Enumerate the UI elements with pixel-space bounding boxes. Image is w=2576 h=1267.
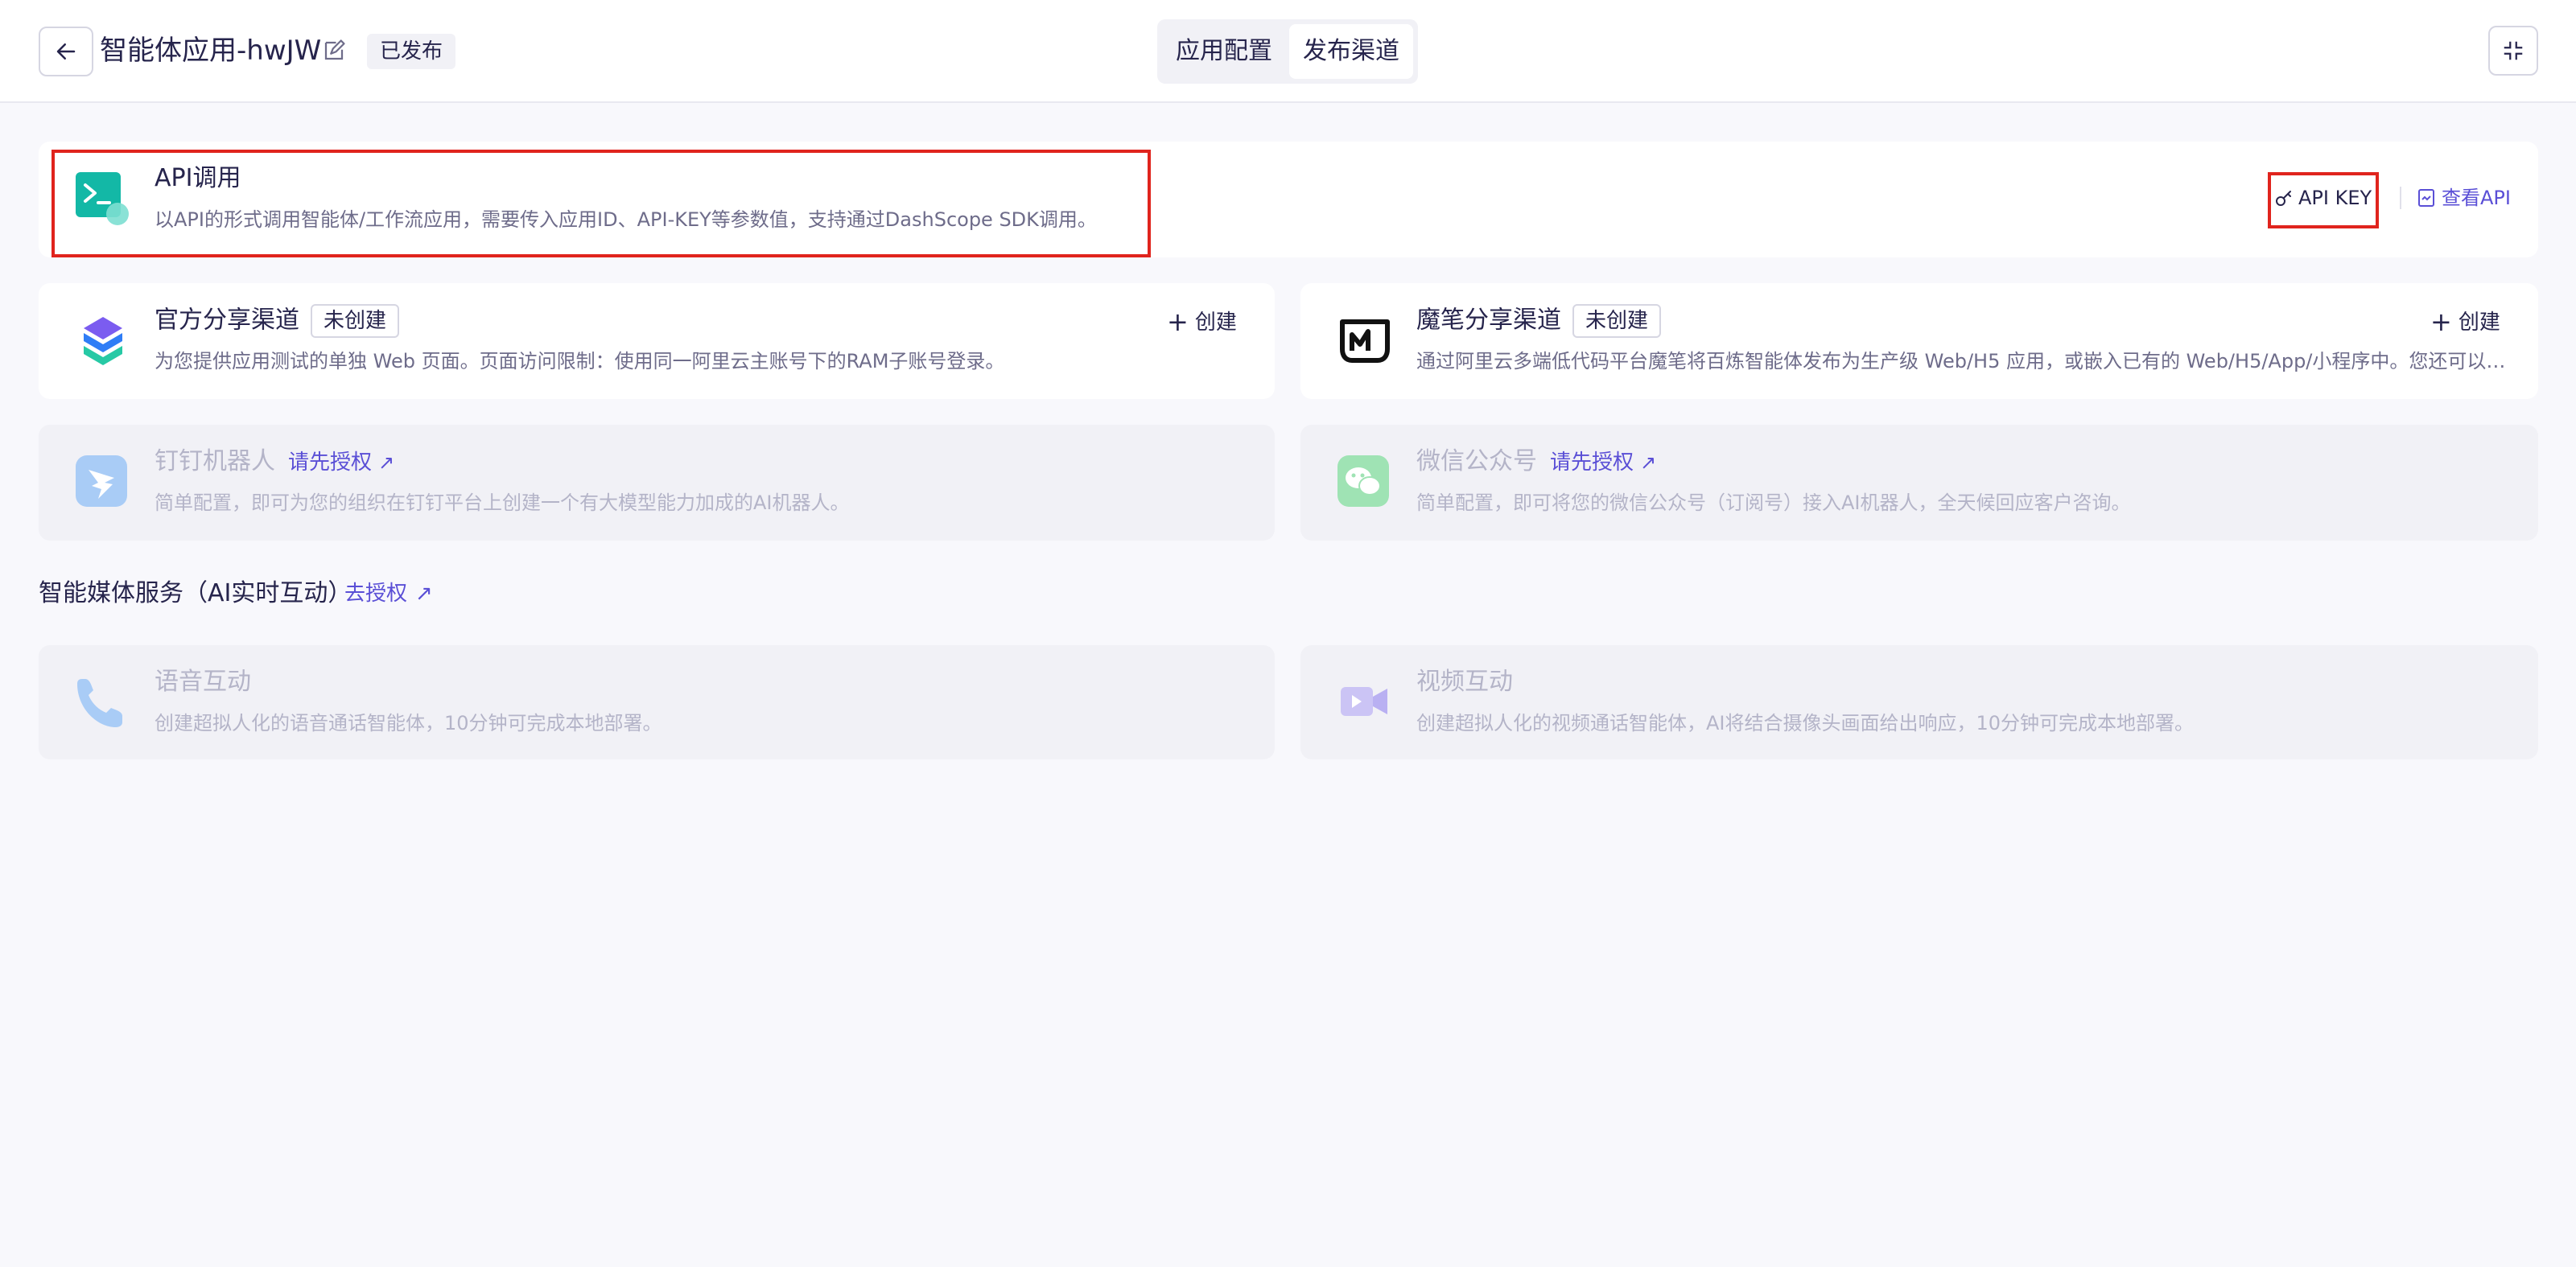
view-api-label: 查看API [2442, 187, 2511, 209]
video-title: 视频互动 [1416, 668, 1513, 696]
official-share-card: 官方分享渠道 未创建 + 创建 为您提供应用测试的单独 Web 页面。页面访问限制：… [39, 283, 1275, 399]
collapse-button[interactable] [2488, 26, 2538, 76]
media-section-title: 智能媒体服务（AI实时互动） [39, 579, 352, 607]
dingtalk-description: 简单配置，即可为您的组织在钉钉平台上创建一个有大模型能力加成的AI机器人。 [155, 492, 850, 514]
api-key-button[interactable]: API KEY [2274, 183, 2372, 212]
arrow-left-icon [56, 43, 76, 60]
create-label: 创建 [1194, 311, 1237, 335]
plus-icon: + [2430, 306, 2452, 337]
key-icon [2276, 191, 2291, 206]
video-description: 创建超拟人化的视频通话智能体，AI将结合摄像头画面给出响应，10分钟可完成本地部… [1416, 712, 2195, 734]
wechat-description: 简单配置，即可将您的微信公众号（订阅号）接入AI机器人，全天候回应客户咨询。 [1416, 492, 2131, 514]
voice-description: 创建超拟人化的语音通话智能体，10分钟可完成本地部署。 [155, 712, 662, 734]
view-segmented-control: 应用配置 发布渠道 [1157, 19, 1418, 84]
mobi-share-create-button[interactable]: + 创建 [2430, 307, 2500, 337]
top-header: 智能体应用-hwJW 已发布 应用配置 发布渠道 [0, 0, 2576, 103]
media-auth-link[interactable]: 去授权 ↗ [344, 579, 433, 608]
dingtalk-title: 钉钉机器人 [155, 447, 275, 475]
external-link-icon: ↗ [415, 582, 433, 606]
wechat-title: 微信公众号 [1416, 447, 1537, 475]
terminal-icon [76, 172, 129, 225]
official-share-title: 官方分享渠道 [155, 306, 299, 335]
external-link-icon: ↗ [1640, 450, 1657, 474]
dingtalk-auth-link[interactable]: 请先授权 ↗ [288, 446, 394, 479]
publish-status-badge: 已发布 [367, 34, 456, 69]
api-call-title: API调用 [155, 164, 241, 192]
official-share-description: 为您提供应用测试的单独 Web 页面。页面访问限制：使用同一阿里云主账号下的RA… [155, 350, 1005, 372]
tab-app-config[interactable]: 应用配置 [1162, 24, 1286, 79]
voice-title: 语音互动 [155, 668, 251, 696]
collapse-icon [2504, 41, 2523, 60]
divider [2400, 187, 2401, 209]
video-camera-icon [1341, 687, 1387, 716]
wechat-icon [1337, 455, 1389, 507]
auth-link-label: 去授权 [344, 582, 408, 606]
official-share-icon [84, 317, 122, 365]
mobi-share-status: 未创建 [1572, 304, 1662, 338]
api-key-label: API KEY [2298, 187, 2372, 209]
video-interaction-card: 视频互动 创建超拟人化的视频通话智能体，AI将结合摄像头画面给出响应，10分钟可… [1300, 645, 2538, 759]
tab-publish-channels[interactable]: 发布渠道 [1289, 24, 1413, 79]
plus-icon: + [1167, 306, 1189, 337]
mobi-share-card: 魔笔分享渠道 未创建 + 创建 通过阿里云多端低代码平台魔笔将百炼智能体发布为生产级… [1300, 283, 2538, 399]
mobi-share-title: 魔笔分享渠道 [1416, 306, 1561, 335]
phone-icon [77, 679, 122, 727]
back-button[interactable] [39, 27, 93, 76]
dingtalk-card: 钉钉机器人 请先授权 ↗ 简单配置，即可为您的组织在钉钉平台上创建一个有大模型能力加… [39, 425, 1275, 541]
api-call-description: 以API的形式调用智能体/工作流应用，需要传入应用ID、API-KEY等参数值，… [155, 208, 1097, 231]
official-share-status: 未创建 [311, 304, 400, 338]
dingtalk-icon [76, 455, 127, 507]
app-title: 智能体应用-hwJW [100, 35, 322, 67]
edit-icon[interactable] [322, 39, 346, 63]
auth-link-label: 请先授权 [1550, 450, 1634, 475]
view-api-button[interactable]: 查看API [2417, 183, 2511, 212]
api-call-card: API调用 以API的形式调用智能体/工作流应用，需要传入应用ID、API-KE… [39, 142, 2538, 257]
voice-interaction-card: 语音互动 创建超拟人化的语音通话智能体，10分钟可完成本地部署。 [39, 645, 1275, 759]
wechat-card: 微信公众号 请先授权 ↗ 简单配置，即可将您的微信公众号（订阅号）接入AI机器人，全… [1300, 425, 2538, 541]
mobi-share-description: 通过阿里云多端低代码平台魔笔将百炼智能体发布为生产级 Web/H5 应用，或嵌入… [1416, 350, 2520, 372]
mobi-logo-icon [1340, 319, 1390, 363]
wechat-auth-link[interactable]: 请先授权 ↗ [1550, 446, 1656, 479]
create-label: 创建 [2458, 311, 2500, 335]
official-share-create-button[interactable]: + 创建 [1167, 307, 1237, 337]
document-icon [2418, 189, 2434, 207]
auth-link-label: 请先授权 [288, 450, 373, 475]
external-link-icon: ↗ [378, 450, 395, 474]
